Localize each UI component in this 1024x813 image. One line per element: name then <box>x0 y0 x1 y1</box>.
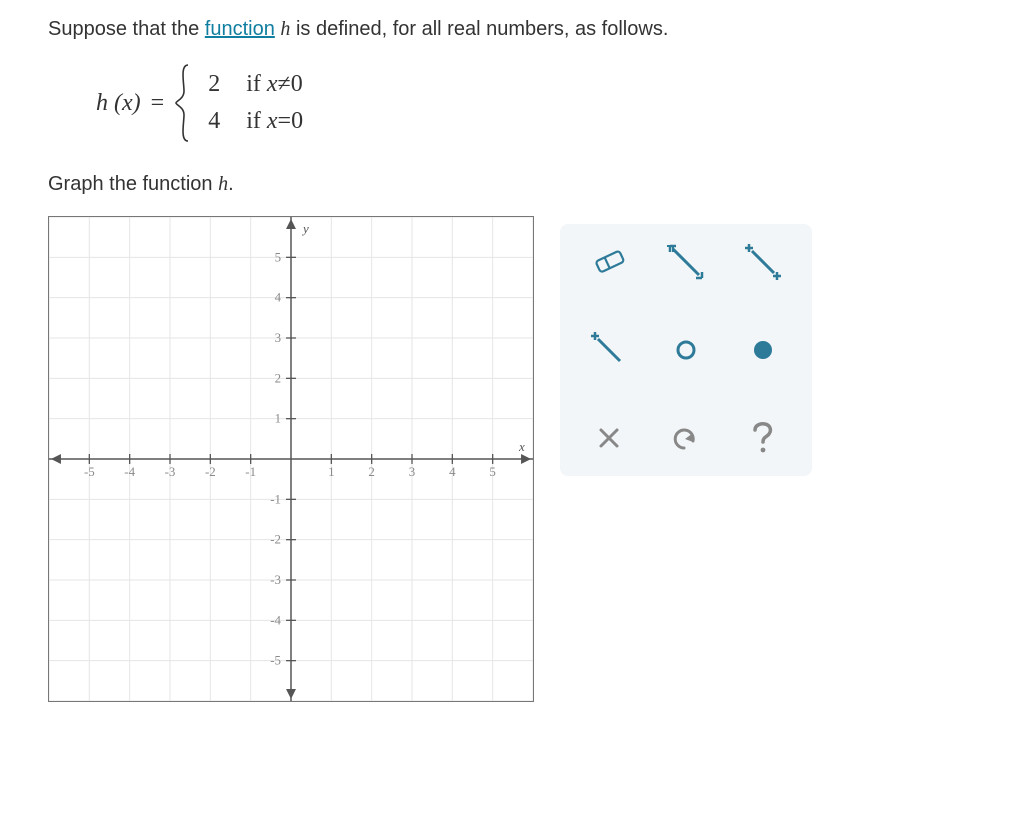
svg-text:5: 5 <box>275 249 281 264</box>
segment-both-ends-tool[interactable] <box>658 238 714 286</box>
case-rel: ≠ <box>278 71 291 97</box>
open-point-tool[interactable] <box>658 326 714 374</box>
case-if: if <box>246 71 267 97</box>
intro-text: Suppose that the function h is defined, … <box>48 18 976 41</box>
case-if: if <box>246 108 267 134</box>
palette-row-tools-1 <box>570 238 802 286</box>
svg-text:-1: -1 <box>245 464 256 479</box>
instr-post: . <box>228 173 234 195</box>
case-rhs: 0 <box>291 71 303 97</box>
svg-text:-4: -4 <box>124 464 135 479</box>
intro-pre: Suppose that the <box>48 18 205 40</box>
intro-post: is defined, for all real numbers, as fol… <box>290 18 668 40</box>
svg-text:1: 1 <box>275 411 281 426</box>
svg-text:1: 1 <box>328 464 334 479</box>
svg-text:-5: -5 <box>270 653 281 668</box>
instr-var: h <box>218 173 228 195</box>
case-rel: = <box>278 108 292 134</box>
case-cond: if x≠0 <box>246 71 303 98</box>
palette-row-actions <box>570 414 802 462</box>
case-var: x <box>267 108 278 134</box>
svg-text:5: 5 <box>489 464 495 479</box>
svg-text:y: y <box>301 221 309 236</box>
clear-button[interactable] <box>581 414 637 462</box>
piecewise-h: h <box>96 90 108 116</box>
lparen: ( <box>114 90 122 116</box>
rparen: ) <box>133 90 141 116</box>
segment-plus-ends-tool[interactable] <box>735 238 791 286</box>
case-value: 2 <box>196 71 232 98</box>
intro-var: h <box>280 18 290 40</box>
palette-row-tools-2 <box>570 326 802 374</box>
svg-text:-3: -3 <box>270 572 281 587</box>
svg-text:2: 2 <box>275 370 281 385</box>
tool-palette <box>560 224 812 476</box>
piecewise-definition: h (x) = 2 if x≠0 4 if x=0 <box>96 63 976 143</box>
function-link[interactable]: function <box>205 18 275 40</box>
svg-text:-2: -2 <box>270 532 281 547</box>
piecewise-x: x <box>122 90 133 116</box>
svg-text:4: 4 <box>449 464 456 479</box>
svg-text:-5: -5 <box>84 464 95 479</box>
instruction-text: Graph the function h. <box>48 173 976 196</box>
case-row: 2 if x≠0 <box>196 71 303 98</box>
piecewise-cases: 2 if x≠0 4 if x=0 <box>196 71 303 135</box>
equals: = <box>151 90 165 116</box>
eraser-tool[interactable] <box>581 238 637 286</box>
undo-button[interactable] <box>658 414 714 462</box>
brace-icon <box>174 63 192 143</box>
case-var: x <box>267 71 278 97</box>
case-rhs: 0 <box>291 108 303 134</box>
graph-canvas[interactable]: -5 -4 -3 -2 -1 1 2 3 4 5 -5 -4 -3 -2 -1 1 2 3 4 5 y x <box>48 216 534 702</box>
svg-text:-1: -1 <box>270 491 281 506</box>
svg-text:-2: -2 <box>205 464 216 479</box>
piecewise-lhs: h (x) = <box>96 90 168 117</box>
svg-text:3: 3 <box>409 464 415 479</box>
svg-text:x: x <box>518 439 525 454</box>
case-cond: if x=0 <box>246 108 303 135</box>
svg-text:2: 2 <box>368 464 374 479</box>
case-value: 4 <box>196 108 232 135</box>
svg-text:4: 4 <box>275 290 282 305</box>
svg-text:3: 3 <box>275 330 281 345</box>
help-button[interactable] <box>735 414 791 462</box>
svg-text:-4: -4 <box>270 612 281 627</box>
instr-pre: Graph the function <box>48 173 218 195</box>
case-row: 4 if x=0 <box>196 108 303 135</box>
ray-tool[interactable] <box>581 326 637 374</box>
closed-point-tool[interactable] <box>735 326 791 374</box>
svg-text:-3: -3 <box>165 464 176 479</box>
